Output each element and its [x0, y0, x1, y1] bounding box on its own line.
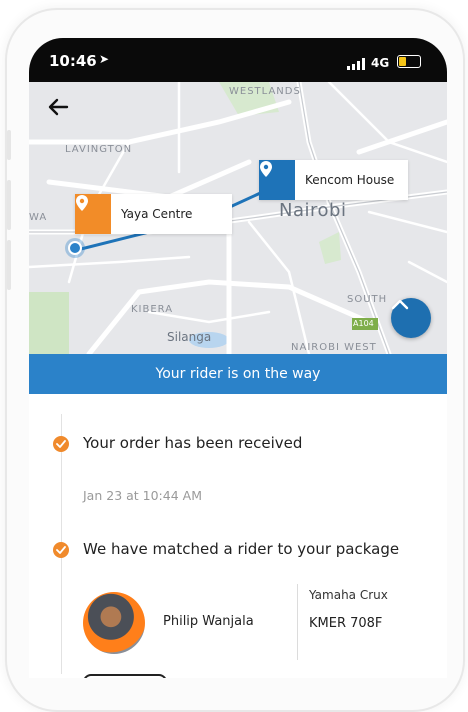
chevron-up-icon: [391, 299, 409, 310]
status-bar: 10:46 ➤ 4G: [29, 38, 447, 82]
timeline-step-time: Jan 23 at 10:44 AM: [83, 488, 202, 503]
phone-frame: 10:46 ➤ 4G WESTLANDS LAVINGTON WA KIBERA…: [5, 8, 465, 712]
signal-icon: [347, 58, 365, 70]
map-label-edge: WA: [29, 212, 48, 223]
network-type: 4G: [371, 56, 390, 70]
map-label-nairobi-west: NAIROBI WEST: [291, 342, 377, 353]
call-rider-button[interactable]: [83, 674, 167, 678]
check-icon: [53, 436, 69, 452]
volume-up-button: [7, 180, 11, 230]
origin-label: Yaya Centre: [121, 207, 193, 221]
order-timeline: Your order has been received Jan 23 at 1…: [29, 394, 447, 678]
map-view[interactable]: WESTLANDS LAVINGTON WA KIBERA Silanga Na…: [29, 82, 447, 354]
mute-switch: [7, 130, 11, 160]
map-label-nairobi: Nairobi: [279, 200, 347, 221]
status-banner: Your rider is on the way: [29, 354, 447, 394]
map-label-kibera: KIBERA: [131, 304, 174, 315]
destination-pin-card[interactable]: Kencom House: [259, 160, 409, 200]
rider-card[interactable]: Philip Wanjala Yamaha Crux KMER 708F: [83, 580, 433, 660]
destination-label: Kencom House: [305, 173, 395, 187]
timeline-step-title: Your order has been received: [83, 434, 303, 452]
origin-pin-card[interactable]: Yaya Centre: [75, 194, 233, 234]
expand-details-button[interactable]: [391, 298, 431, 338]
location-arrow-icon: ➤: [99, 52, 110, 66]
map-label-lavington: LAVINGTON: [65, 144, 133, 155]
vehicle-plate: KMER 708F: [309, 616, 383, 631]
back-arrow-icon: [48, 98, 69, 116]
map-label-westlands: WESTLANDS: [229, 86, 301, 97]
app-screen: 10:46 ➤ 4G WESTLANDS LAVINGTON WA KIBERA…: [29, 38, 447, 678]
map-label-south: SOUTH: [347, 294, 388, 305]
rider-name: Philip Wanjala: [163, 614, 254, 629]
location-pin-icon: [75, 194, 111, 234]
divider: [297, 584, 298, 660]
location-pin-icon: [259, 160, 295, 200]
road-sign: A104: [353, 319, 374, 328]
check-icon: [53, 542, 69, 558]
volume-down-button: [7, 240, 11, 290]
back-button[interactable]: [45, 92, 75, 122]
rider-avatar: [83, 592, 145, 654]
vehicle-model: Yamaha Crux: [309, 588, 388, 602]
timeline-step-title: We have matched a rider to your package: [83, 540, 400, 558]
battery-icon: [397, 55, 421, 68]
map-label-silanga: Silanga: [167, 330, 212, 344]
status-time: 10:46: [49, 52, 97, 70]
